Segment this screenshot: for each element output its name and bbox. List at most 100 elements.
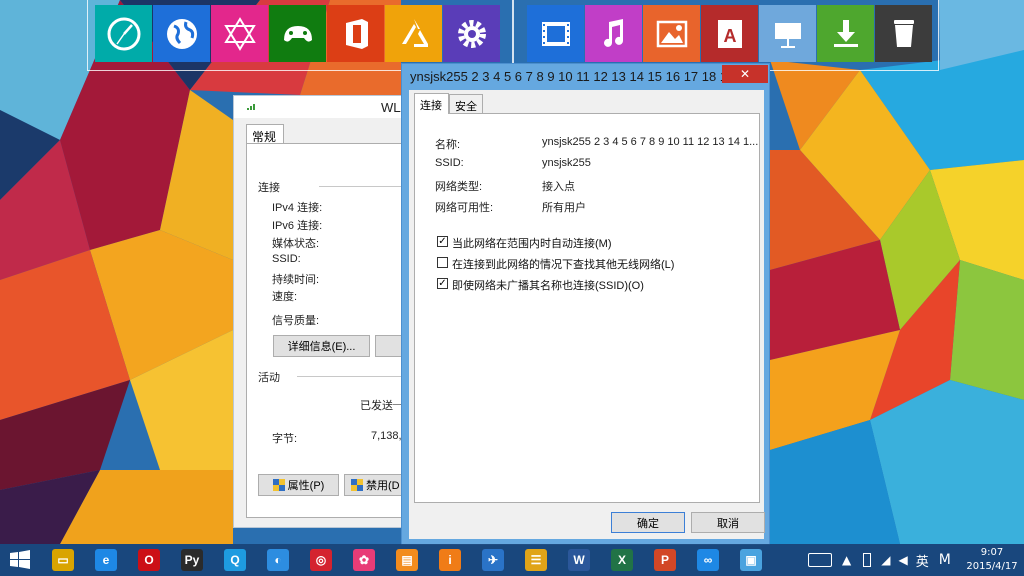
globe-icon: [166, 18, 197, 49]
system-tray: ▲ ◢ ◀ 英 M: [808, 544, 951, 576]
ime-mode[interactable]: M: [939, 552, 951, 568]
taskbar-app-button[interactable]: ∞: [693, 546, 723, 574]
properties-label: 属性(P): [287, 480, 325, 492]
volume-icon[interactable]: ◀: [898, 553, 907, 567]
dock-tile[interactable]: [211, 5, 268, 62]
name-value: ynsjsk255 2 3 4 5 6 7 8 9 10 11 12 13 14…: [542, 136, 759, 148]
name-label: 名称:: [435, 139, 461, 151]
iread-icon: i: [439, 549, 461, 571]
taskbar-app-button[interactable]: ▤: [392, 546, 422, 574]
network-availability-label: 网络可用性:: [435, 202, 494, 214]
uac-shield-icon: [351, 479, 363, 491]
connect-hidden-checkbox[interactable]: ✓: [437, 278, 448, 289]
close-button[interactable]: ✕: [722, 65, 768, 83]
taskbar-app-button[interactable]: Py: [177, 546, 207, 574]
network-type-value: 接入点: [542, 181, 575, 193]
disable-label: 禁用(D: [366, 480, 400, 492]
details-button[interactable]: 详细信息(E)...: [273, 335, 370, 357]
dock-tile[interactable]: [327, 5, 384, 62]
tray-overflow-icon[interactable]: ▲: [842, 553, 851, 567]
network-share-icon: ∞: [697, 549, 719, 571]
signal-quality-label: 信号质量:: [272, 315, 320, 327]
office-icon: [345, 18, 368, 49]
word-icon: W: [568, 549, 590, 571]
wifi-tray-icon[interactable]: ◢: [881, 553, 890, 567]
properties-button[interactable]: 属性(P): [258, 474, 339, 496]
ok-button[interactable]: 确定: [611, 512, 685, 533]
clock-icon: [107, 17, 140, 50]
appstore-icon: [401, 18, 428, 47]
tab-connection[interactable]: 连接: [414, 93, 449, 114]
look-other-networks-checkbox[interactable]: [437, 257, 448, 268]
dock-tile[interactable]: [269, 5, 326, 62]
wifi-signal-icon: [247, 104, 255, 110]
look-other-networks-label[interactable]: 在连接到此网络的情况下查找其他无线网络(L): [452, 256, 674, 272]
tab-security[interactable]: 安全: [449, 94, 483, 113]
auto-connect-label[interactable]: 当此网络在范围内时自动连接(M): [452, 235, 612, 251]
wlan-title-bar[interactable]: WLA: [234, 96, 409, 118]
xbox-icon: [283, 25, 312, 42]
powerpoint-icon: P: [654, 549, 676, 571]
start-button[interactable]: [5, 546, 35, 574]
taskbar-app-button[interactable]: ◐: [263, 546, 293, 574]
colorful-app-icon: ▤: [396, 549, 418, 571]
dock-tile[interactable]: [153, 5, 210, 62]
ime-language[interactable]: 英: [916, 551, 929, 570]
network-icon: [223, 16, 256, 51]
keyboard-icon[interactable]: [808, 553, 832, 567]
dock-tile[interactable]: [759, 5, 816, 62]
trash-icon: [893, 19, 914, 47]
dock-tile[interactable]: [443, 5, 500, 62]
connect-hidden-label[interactable]: 即使网络未广播其名称也连接(SSID)(O): [452, 277, 644, 293]
bytes-label: 字节:: [272, 433, 298, 445]
cancel-button[interactable]: 取消: [691, 512, 765, 533]
network-type-label: 网络类型:: [435, 181, 483, 193]
remote-desktop-icon: ▣: [740, 549, 762, 571]
ipv6-label: IPv6 连接:: [272, 220, 323, 232]
taskbar: ▭ e O Py Q ◐ ◎ ✿ ▤ i ✈ ☰ W X P ∞ ▣ ▲ ◢ ◀ 英 M 9:07 2015/4…: [0, 544, 1024, 576]
taskbar-app-button[interactable]: ▣: [736, 546, 766, 574]
file-explorer-icon: ▭: [52, 549, 74, 571]
taskbar-app-button[interactable]: W: [564, 546, 594, 574]
taskbar-app-button[interactable]: Q: [220, 546, 250, 574]
taskbar-app-button[interactable]: ☰: [521, 546, 551, 574]
dock-tile[interactable]: [585, 5, 642, 62]
dialog-title: ynsjsk255 2 3 4 5 6 7 8 9 10 11 12 13 14…: [410, 69, 749, 84]
ssid-label: SSID:: [435, 157, 464, 169]
settings-icon: [457, 19, 486, 48]
windows-logo-icon: [10, 550, 30, 569]
speed-label: 速度:: [272, 291, 298, 303]
dock-tile[interactable]: [95, 5, 152, 62]
dock-tile[interactable]: A: [701, 5, 758, 62]
camera-app-icon: ◎: [310, 549, 332, 571]
section-connection: 连接: [258, 182, 280, 194]
tab-general[interactable]: 常规: [246, 124, 284, 144]
taskbar-app-button[interactable]: ▭: [48, 546, 78, 574]
section-activity: 活动: [258, 372, 280, 384]
ipv4-label: IPv4 连接:: [272, 202, 323, 214]
dock-tile[interactable]: [643, 5, 700, 62]
sent-label: 已发送: [360, 400, 393, 412]
media-state-label: 媒体状态:: [272, 238, 320, 250]
python-icon: Py: [181, 549, 203, 571]
dock-tile[interactable]: [385, 5, 442, 62]
taskbar-app-button[interactable]: e: [91, 546, 121, 574]
dock-tile[interactable]: [817, 5, 874, 62]
auto-connect-checkbox[interactable]: ✓: [437, 236, 448, 247]
taskbar-app-button[interactable]: P: [650, 546, 680, 574]
taskbar-app-button[interactable]: ✈: [478, 546, 508, 574]
dock-tile[interactable]: [875, 5, 932, 62]
dialog-body: 连接 安全 名称: ynsjsk255 2 3 4 5 6 7 8 9 10 1…: [409, 90, 765, 539]
taskbar-app-button[interactable]: i: [435, 546, 465, 574]
network-availability-value: 所有用户: [542, 202, 586, 214]
ssid-label: SSID:: [272, 253, 301, 265]
uac-shield-icon: [272, 479, 285, 491]
taskbar-app-button[interactable]: X: [607, 546, 637, 574]
clock[interactable]: 9:07 2015/4/17: [966, 546, 1018, 574]
dock-tile[interactable]: [527, 5, 584, 62]
taskbar-app-button[interactable]: ✿: [349, 546, 379, 574]
taskbar-app-button[interactable]: O: [134, 546, 164, 574]
taskbar-app-button[interactable]: ◎: [306, 546, 336, 574]
notes-app-icon: ☰: [525, 549, 547, 571]
battery-icon[interactable]: [863, 553, 872, 567]
